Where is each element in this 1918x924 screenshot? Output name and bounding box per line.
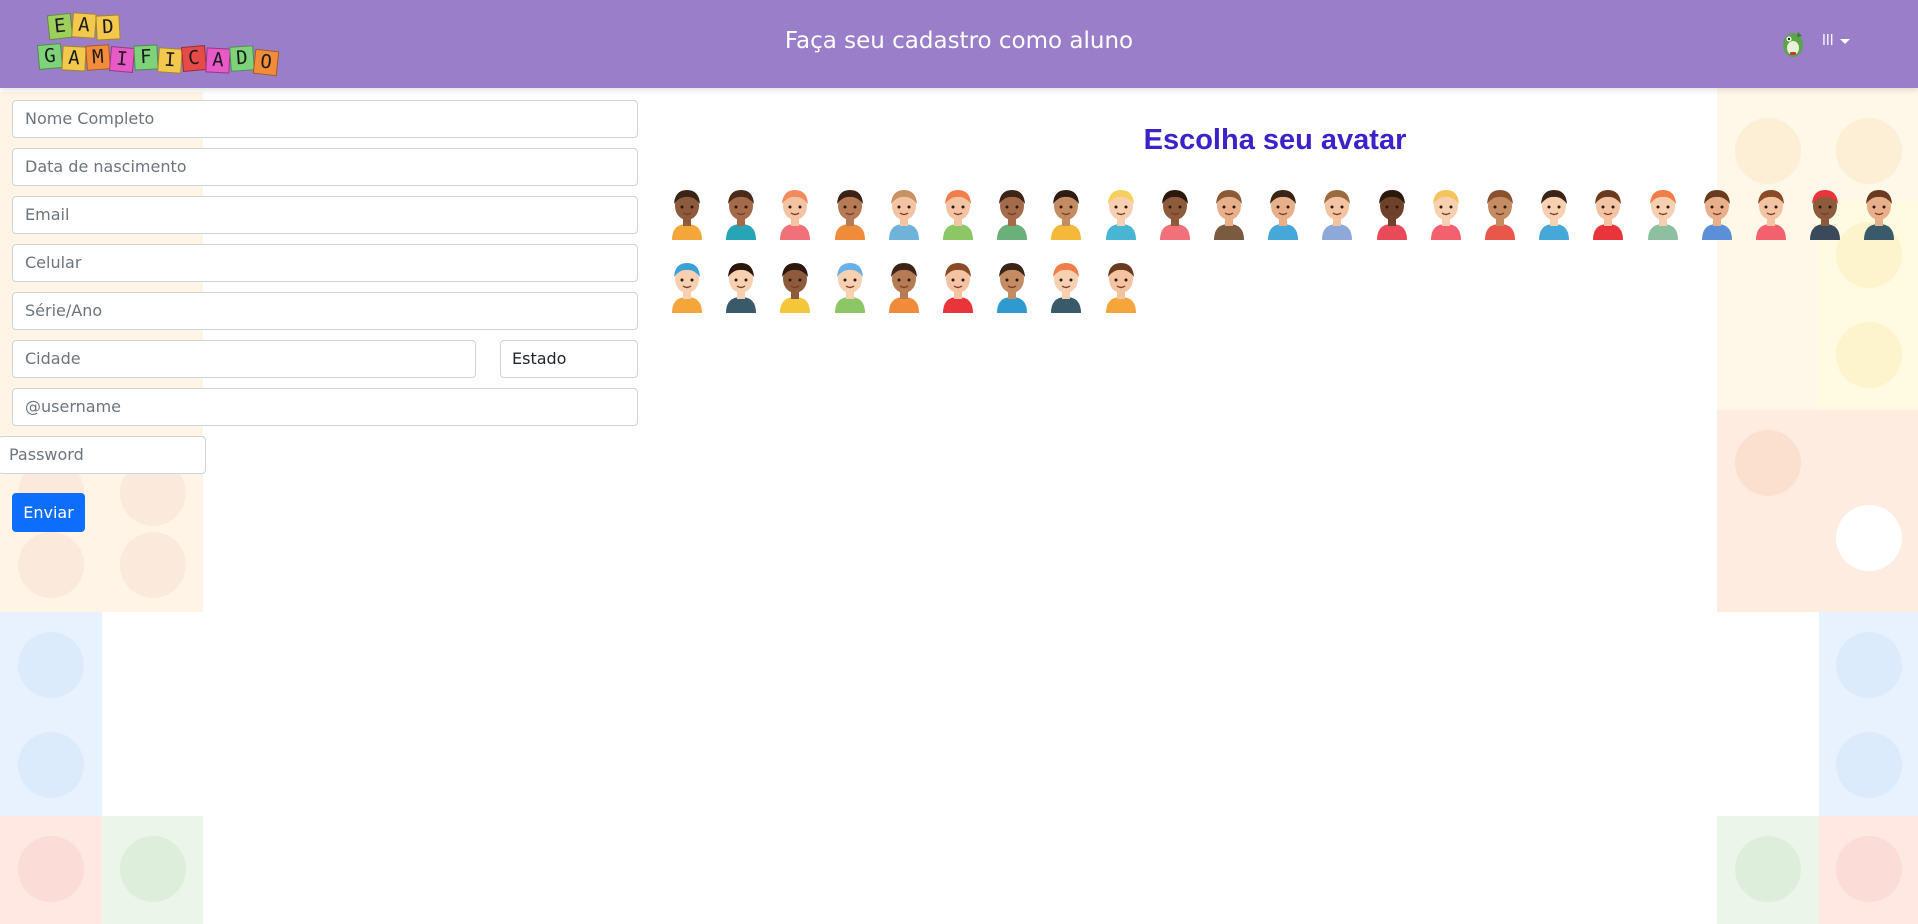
- avatar-option[interactable]: [1100, 184, 1142, 240]
- avatar-face-icon: [1539, 190, 1569, 240]
- avatar-face-icon: [835, 263, 865, 313]
- password-field[interactable]: Password: [0, 436, 206, 474]
- submit-button[interactable]: Enviar: [12, 493, 85, 532]
- lego-stud: [1836, 118, 1902, 184]
- avatar-option[interactable]: [1045, 184, 1087, 240]
- avatar-face-icon: [1810, 190, 1840, 240]
- avatar-face-icon: [943, 263, 973, 313]
- avatar-option[interactable]: [774, 184, 816, 240]
- avatar-face-icon: [1648, 190, 1678, 240]
- lego-stud: [1836, 505, 1902, 571]
- avatar-face-icon: [726, 263, 756, 313]
- avatar-option[interactable]: [937, 257, 979, 313]
- avatar-option[interactable]: [1316, 184, 1358, 240]
- avatar-face-icon: [1160, 190, 1190, 240]
- full-name-field[interactable]: Nome Completo: [12, 100, 638, 138]
- email-field[interactable]: Email: [12, 196, 638, 234]
- state-select[interactable]: Estado: [500, 340, 638, 378]
- avatar-face-icon: [1593, 190, 1623, 240]
- birth-date-field[interactable]: Data de nascimento: [12, 148, 638, 186]
- avatar-option[interactable]: [1587, 184, 1629, 240]
- avatar-option[interactable]: [1642, 184, 1684, 240]
- avatar-option[interactable]: [991, 257, 1033, 313]
- avatar-face-icon: [997, 190, 1027, 240]
- avatar-face-icon: [672, 263, 702, 313]
- avatar-option[interactable]: [774, 257, 816, 313]
- user-menu-label: lll: [1822, 33, 1834, 49]
- avatar-face-icon: [1485, 190, 1515, 240]
- user-avatar[interactable]: [1778, 28, 1808, 58]
- lego-stud: [1836, 732, 1902, 798]
- avatar-option[interactable]: [829, 257, 871, 313]
- avatar-face-icon: [1756, 190, 1786, 240]
- avatar-face-icon: [672, 190, 702, 240]
- grade-field[interactable]: Série/Ano: [12, 292, 638, 330]
- lego-stud: [120, 836, 186, 902]
- avatar-face-icon: [1051, 190, 1081, 240]
- lego-stud: [120, 532, 186, 598]
- avatar-option[interactable]: [1533, 184, 1575, 240]
- avatar-face-icon: [1051, 263, 1081, 313]
- avatar-option[interactable]: [666, 184, 708, 240]
- lego-stud: [18, 732, 84, 798]
- avatar-option[interactable]: [883, 257, 925, 313]
- avatar-face-icon: [835, 190, 865, 240]
- page-title: Faça seu cadastro como aluno: [784, 28, 1134, 54]
- user-menu-toggle[interactable]: lll: [1822, 33, 1850, 49]
- avatar-option[interactable]: [1045, 257, 1087, 313]
- avatar-option[interactable]: [666, 257, 708, 313]
- avatar-section-title: Escolha seu avatar: [1143, 124, 1407, 156]
- lego-stud: [1836, 836, 1902, 902]
- avatar-face-icon: [780, 263, 810, 313]
- lego-stud: [1735, 430, 1801, 496]
- avatar-option[interactable]: [1262, 184, 1304, 240]
- avatar-option[interactable]: [1479, 184, 1521, 240]
- username-field[interactable]: @username: [12, 388, 638, 426]
- lego-stud: [18, 532, 84, 598]
- avatar-option[interactable]: [720, 257, 762, 313]
- avatar-option[interactable]: [720, 184, 762, 240]
- avatar-face-icon: [889, 190, 919, 240]
- lego-stud: [1735, 118, 1801, 184]
- avatar-face-icon: [1431, 190, 1461, 240]
- avatar-option[interactable]: [1371, 184, 1413, 240]
- avatar-face-icon: [997, 263, 1027, 313]
- avatar-face-icon: [1268, 190, 1298, 240]
- avatar-face-icon: [726, 190, 756, 240]
- avatar-option[interactable]: [1858, 184, 1900, 240]
- avatar-option[interactable]: [1100, 257, 1142, 313]
- lego-stud: [1735, 836, 1801, 902]
- avatar-option[interactable]: [829, 184, 871, 240]
- lego-stud: [18, 632, 84, 698]
- avatar-option[interactable]: [1804, 184, 1846, 240]
- avatar-face-icon: [943, 190, 973, 240]
- avatar-option[interactable]: [991, 184, 1033, 240]
- avatar-option[interactable]: [1750, 184, 1792, 240]
- caret-down-icon: [1839, 38, 1850, 44]
- lego-background: [0, 0, 1918, 924]
- dinosaur-icon: [1783, 32, 1803, 57]
- avatar-option[interactable]: [937, 184, 979, 240]
- avatar-face-icon: [1322, 190, 1352, 240]
- avatar-face-icon: [1702, 190, 1732, 240]
- lego-stud: [1836, 632, 1902, 698]
- avatar-face-icon: [1864, 190, 1894, 240]
- avatar-face-icon: [889, 263, 919, 313]
- top-navbar: E A D G A M I F I C A D O Faça seu cadas…: [0, 0, 1918, 88]
- avatar-face-icon: [1106, 263, 1136, 313]
- avatar-option[interactable]: [1696, 184, 1738, 240]
- phone-field[interactable]: Celular: [12, 244, 638, 282]
- city-field[interactable]: Cidade: [12, 340, 476, 378]
- avatar-option[interactable]: [1208, 184, 1250, 240]
- avatar-option[interactable]: [1154, 184, 1196, 240]
- avatar-option[interactable]: [1425, 184, 1467, 240]
- avatar-option[interactable]: [883, 184, 925, 240]
- avatar-face-icon: [1214, 190, 1244, 240]
- lego-stud: [1836, 322, 1902, 388]
- avatar-face-icon: [1377, 190, 1407, 240]
- avatar-face-icon: [780, 190, 810, 240]
- lego-stud: [18, 836, 84, 902]
- avatar-face-icon: [1106, 190, 1136, 240]
